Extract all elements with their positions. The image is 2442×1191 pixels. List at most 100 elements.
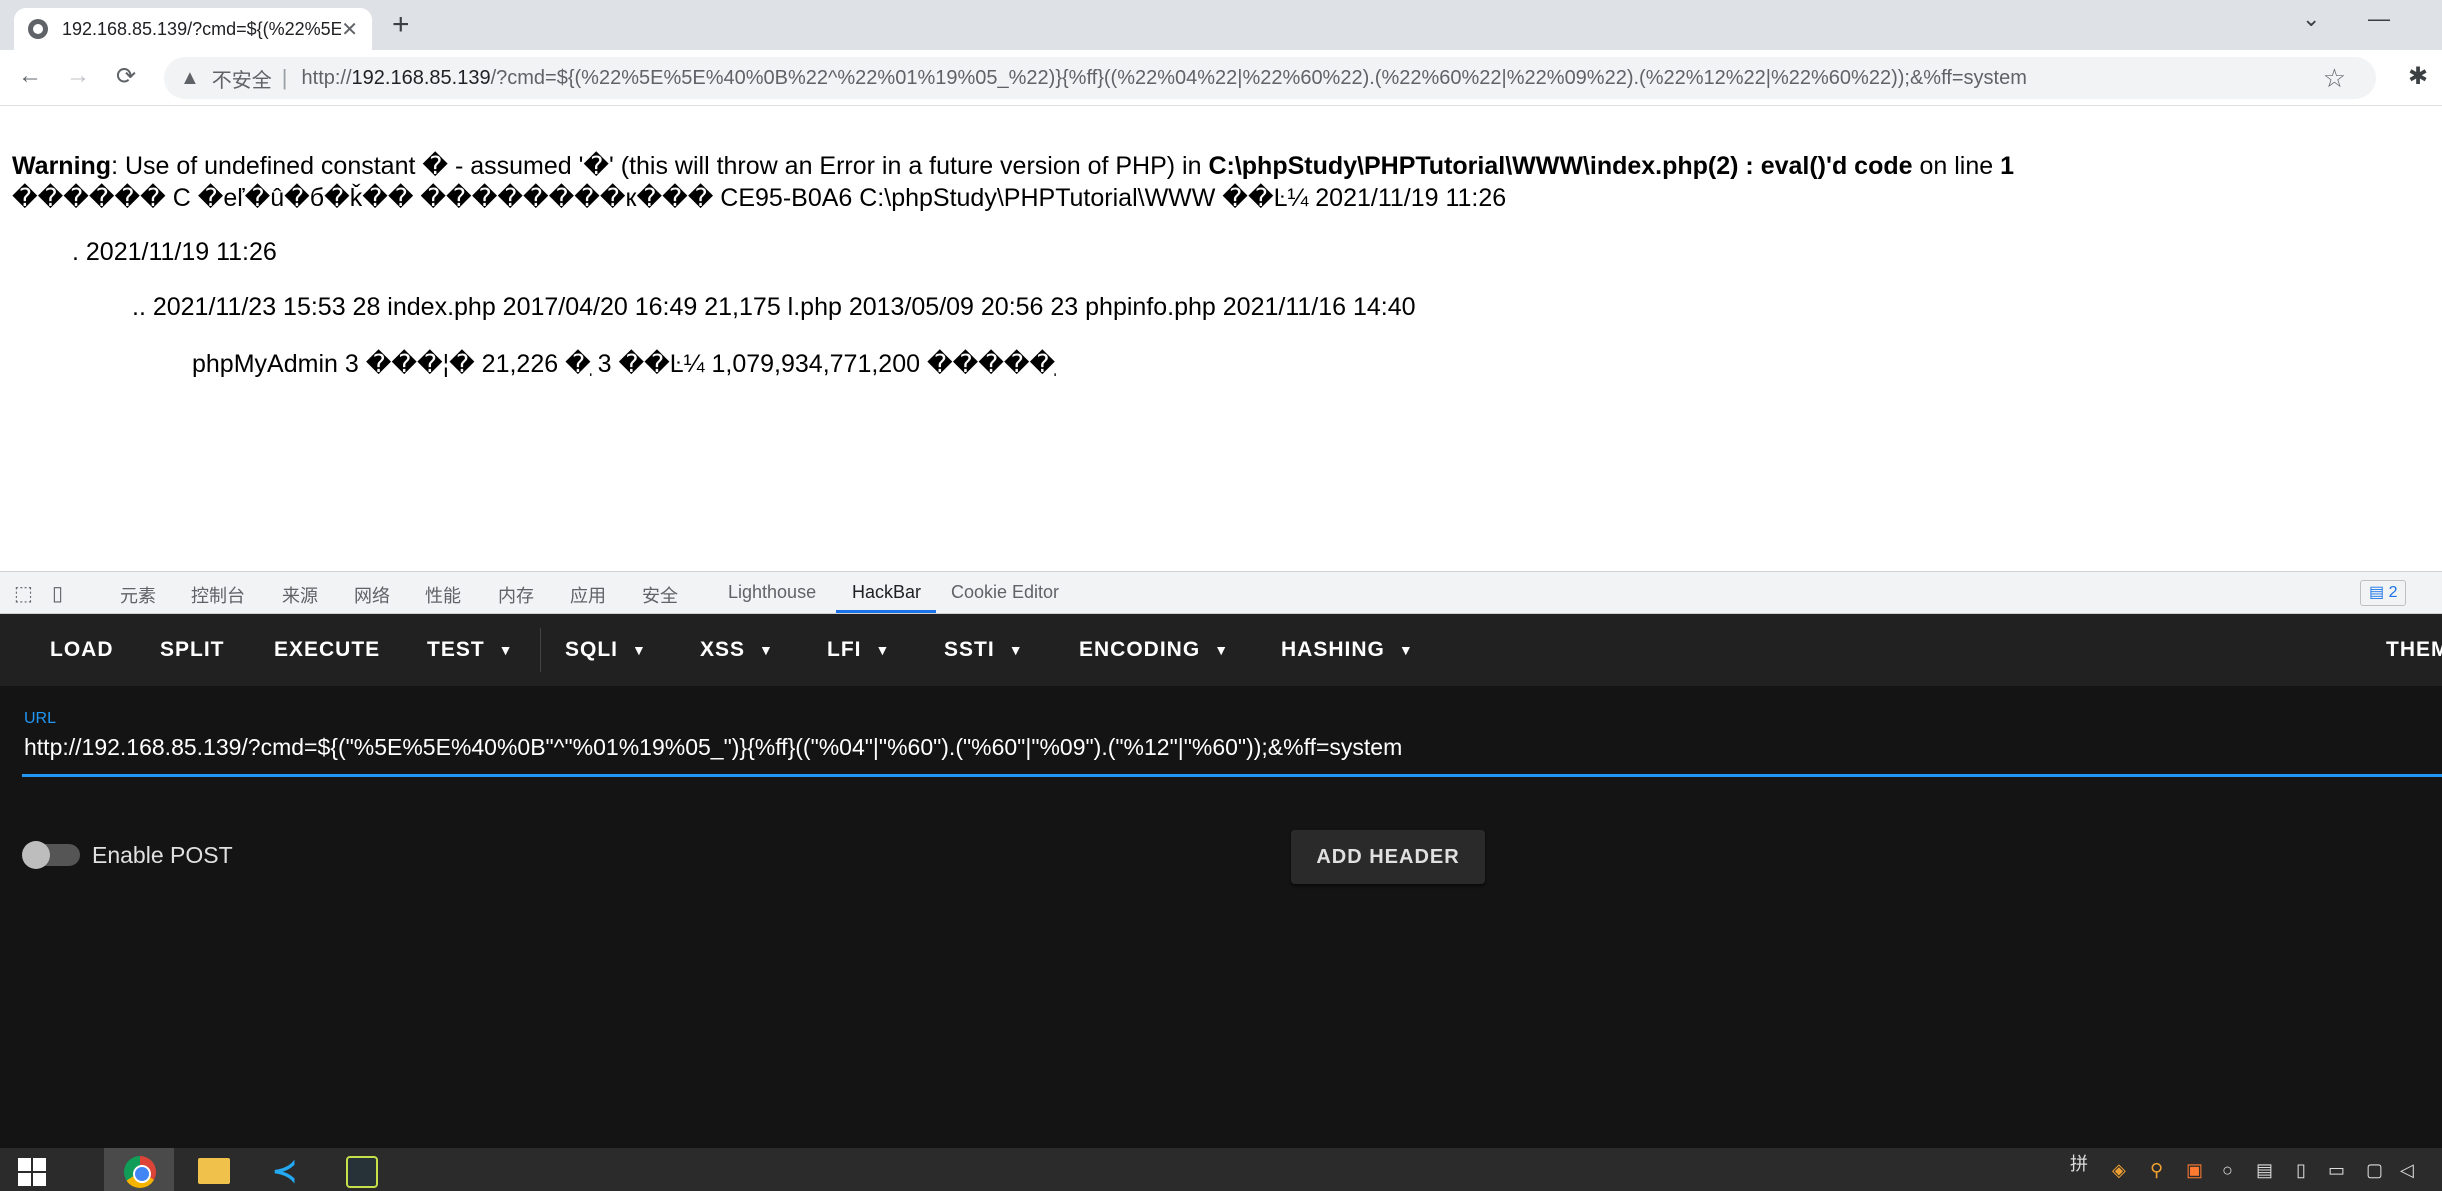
tab-console[interactable]: 控制台 xyxy=(191,582,245,608)
hackbar-menu: LOAD SPLIT EXECUTE TEST ▼ SQLI ▼ XSS ▼ LFI ▼… xyxy=(0,614,2442,686)
folder-icon xyxy=(198,1158,230,1184)
warning-path: C:\phpStudy\PHPTutorial\WWW\index.php(2)… xyxy=(1208,152,1913,180)
display-tray-icon[interactable]: ▢ xyxy=(2366,1160,2383,1181)
hashing-menu[interactable]: HASHING ▼ xyxy=(1281,638,1414,662)
volume-tray-icon[interactable]: ◁ xyxy=(2400,1160,2414,1181)
address-bar[interactable]: ▲ 不安全 | http://192.168.85.139/?cmd=${(%2… xyxy=(164,57,2376,99)
separator: | xyxy=(281,65,288,90)
theme-menu[interactable]: THEM xyxy=(2386,638,2442,662)
enable-post-label[interactable]: Enable POST xyxy=(92,842,233,869)
output-line-2: ������ C �еľ�û�б�ǩ�� ��������к��� CE95-B… xyxy=(12,184,1507,212)
warning-label: Warning xyxy=(12,152,112,180)
security-tray-icon[interactable]: ◈ xyxy=(2112,1160,2126,1181)
add-header-button[interactable]: ADD HEADER xyxy=(1291,830,1485,884)
windows-start-icon[interactable] xyxy=(18,1158,46,1186)
url-prefix: http:// xyxy=(301,66,352,89)
ssti-label: SSTI xyxy=(944,638,995,661)
circle-tray-icon[interactable]: ○ xyxy=(2222,1160,2233,1181)
output-line-4: .. 2021/11/23 15:53 28 index.php 2017/04… xyxy=(132,293,1416,321)
tab-strip: 192.168.85.139/?cmd=${(%22%5E ✕ + ⌄ — xyxy=(0,0,2442,50)
hackbar-panel: LOAD SPLIT EXECUTE TEST ▼ SQLI ▼ XSS ▼ LFI ▼… xyxy=(0,614,2442,1148)
caret-down-icon: ▼ xyxy=(1398,642,1414,659)
issues-badge[interactable]: ▤ 2 xyxy=(2360,580,2407,606)
app-tray-icon[interactable]: ▣ xyxy=(2186,1160,2203,1181)
inspect-element-icon[interactable]: ⬚ xyxy=(14,581,33,606)
security-label[interactable]: 不安全 xyxy=(212,64,272,93)
device-toolbar-icon[interactable]: ▯ xyxy=(52,581,63,606)
xss-menu[interactable]: XSS ▼ xyxy=(700,638,774,662)
menu-divider xyxy=(540,628,541,672)
tab-cookie-editor[interactable]: Cookie Editor xyxy=(951,582,1059,603)
tab-title: 192.168.85.139/?cmd=${(%22%5E xyxy=(61,18,342,39)
execute-button[interactable]: EXECUTE xyxy=(274,638,380,662)
url-host: 192.168.85.139 xyxy=(351,66,491,89)
output-line-3: . 2021/11/19 11:26 xyxy=(72,238,277,266)
close-tab-icon[interactable]: ✕ xyxy=(341,17,358,42)
taskbar-chrome[interactable] xyxy=(104,1148,174,1191)
usb-tray-icon[interactable]: ▯ xyxy=(2296,1160,2306,1181)
tab-security[interactable]: 安全 xyxy=(642,582,678,608)
active-tab-indicator xyxy=(836,610,936,613)
php-warning: Warning: Use of undefined constant � - a… xyxy=(12,151,2014,181)
extension-icon[interactable]: ✱ xyxy=(2408,62,2428,91)
devtools-tabbar: ⬚ ▯ 元素 控制台 来源 网络 性能 内存 应用 安全 Lighthouse … xyxy=(0,571,2442,614)
forward-button[interactable]: → xyxy=(66,62,90,90)
tab-network[interactable]: 网络 xyxy=(354,582,390,608)
windows-taskbar: ≺ 拼 ◈ ⚲ ▣ ○ ▤ ▯ ▭ ▢ ◁ xyxy=(0,1148,2442,1191)
tab-performance[interactable]: 性能 xyxy=(425,582,461,608)
tab-sources[interactable]: 来源 xyxy=(282,582,318,608)
issues-icon: ▤ xyxy=(2369,584,2389,601)
new-tab-button[interactable]: + xyxy=(392,8,410,42)
lfi-label: LFI xyxy=(827,638,862,661)
ssti-menu[interactable]: SSTI ▼ xyxy=(944,638,1024,662)
tab-elements[interactable]: 元素 xyxy=(120,582,156,608)
encoding-menu[interactable]: ENCODING ▼ xyxy=(1079,638,1229,662)
warning-icon[interactable]: ▲ xyxy=(180,67,200,90)
chrome-icon xyxy=(124,1156,156,1188)
url-text[interactable]: http://192.168.85.139/?cmd=${(%22%5E%5E%… xyxy=(302,67,2027,90)
ime-indicator[interactable]: 拼 xyxy=(2070,1150,2088,1176)
back-button[interactable]: ← xyxy=(18,62,42,90)
caret-down-icon: ▼ xyxy=(1008,642,1024,659)
caret-down-icon: ▼ xyxy=(632,642,647,659)
test-label: TEST xyxy=(427,638,485,661)
app2-tray-icon[interactable]: ▤ xyxy=(2256,1160,2273,1181)
taskbar-tool[interactable] xyxy=(326,1148,396,1191)
toggle-knob[interactable] xyxy=(22,841,50,869)
output-line-5: phpMyAdmin 3 ���¦� 21,226 �ֽ 3 ��Ŀ¼ 1,07… xyxy=(192,350,1056,378)
split-button[interactable]: SPLIT xyxy=(160,638,225,662)
url-field-label: URL xyxy=(24,710,57,727)
tool-icon xyxy=(346,1156,378,1188)
reload-button[interactable]: ⟳ xyxy=(116,62,136,91)
taskbar-vscode[interactable]: ≺ xyxy=(252,1148,322,1191)
warning-message: : Use of undefined constant � - assumed … xyxy=(111,152,1209,180)
bookmark-star-icon[interactable]: ☆ xyxy=(2323,63,2346,94)
network-tray-icon[interactable]: ▭ xyxy=(2328,1160,2345,1181)
search-tray-icon[interactable]: ⚲ xyxy=(2150,1160,2163,1181)
tab-application[interactable]: 应用 xyxy=(570,582,606,608)
tab-memory[interactable]: 内存 xyxy=(498,582,534,608)
browser-tab[interactable]: 192.168.85.139/?cmd=${(%22%5E ✕ xyxy=(14,8,372,50)
tab-hackbar[interactable]: HackBar xyxy=(852,582,921,603)
globe-icon xyxy=(28,19,48,39)
caret-down-icon: ▼ xyxy=(875,642,891,659)
encoding-label: ENCODING xyxy=(1079,638,1201,661)
vscode-icon: ≺ xyxy=(272,1155,298,1188)
sqli-menu[interactable]: SQLI ▼ xyxy=(565,638,647,662)
caret-down-icon: ▼ xyxy=(1214,642,1230,659)
browser-toolbar: ← → ⟳ ▲ 不安全 | http://192.168.85.139/?cmd… xyxy=(0,50,2442,106)
caret-down-icon: ▼ xyxy=(498,642,514,659)
minimize-button[interactable]: — xyxy=(2368,6,2390,32)
url-path: /?cmd=${(%22%5E%5E%40%0B%22^%22%01%19%05… xyxy=(490,66,2027,89)
load-button[interactable]: LOAD xyxy=(50,638,114,662)
sqli-label: SQLI xyxy=(565,638,619,661)
hashing-label: HASHING xyxy=(1281,638,1385,661)
url-field-underline xyxy=(22,774,2442,777)
taskbar-file-explorer[interactable] xyxy=(178,1148,248,1191)
url-field[interactable]: http://192.168.85.139/?cmd=${("%5E%5E%40… xyxy=(24,734,1402,761)
lfi-menu[interactable]: LFI ▼ xyxy=(827,638,890,662)
page-content: Warning: Use of undefined constant � - a… xyxy=(0,107,2442,571)
tab-search-icon[interactable]: ⌄ xyxy=(2302,6,2320,32)
tab-lighthouse[interactable]: Lighthouse xyxy=(728,582,816,603)
test-menu[interactable]: TEST ▼ xyxy=(427,638,514,662)
